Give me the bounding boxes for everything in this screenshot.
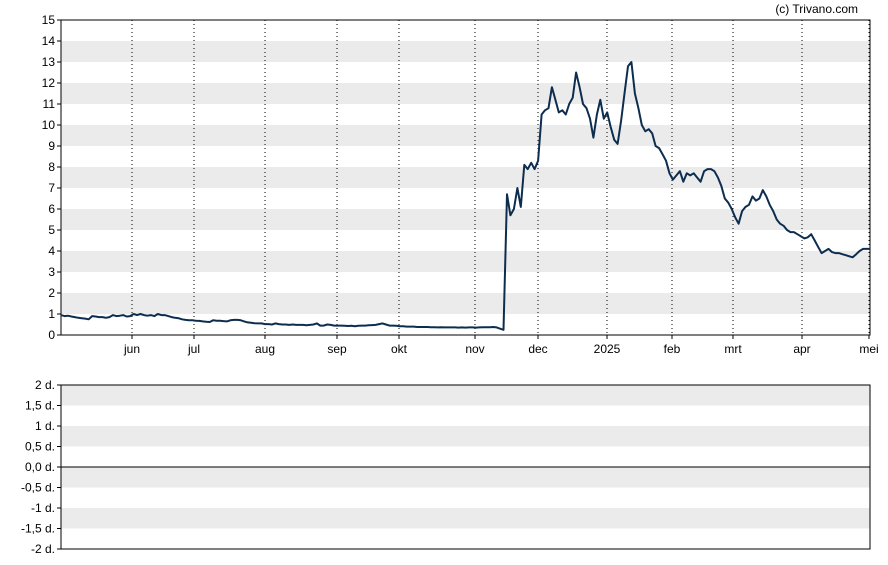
y-tick-label: 1 <box>48 307 55 321</box>
x-tick-label: 2025 <box>594 342 621 356</box>
y-tick-label: 1 d. <box>35 419 55 433</box>
y-tick-label: 0 <box>48 328 55 342</box>
x-tick-label: jun <box>123 342 140 356</box>
x-tick-label: nov <box>465 342 484 356</box>
y-tick-label: 8 <box>48 160 55 174</box>
x-tick-label: okt <box>391 342 408 356</box>
grid-band <box>61 508 870 529</box>
grid-band <box>61 41 870 62</box>
x-tick-label: aug <box>255 342 275 356</box>
y-tick-label: 7 <box>48 181 55 195</box>
x-tick-label: mei <box>859 342 878 356</box>
grid-band <box>61 167 870 188</box>
y-tick-label: 15 <box>42 13 56 27</box>
y-tick-label: 14 <box>42 34 56 48</box>
y-tick-label: 5 <box>48 223 55 237</box>
x-tick-label: jul <box>187 342 200 356</box>
grid-band <box>61 125 870 146</box>
x-tick-label: apr <box>793 342 810 356</box>
y-tick-label: -1,5 d. <box>21 522 55 536</box>
y-tick-label: 10 <box>42 118 56 132</box>
x-tick-label: sep <box>327 342 347 356</box>
y-tick-label: 9 <box>48 139 55 153</box>
y-tick-label: 6 <box>48 202 55 216</box>
grid-band <box>61 83 870 104</box>
y-tick-label: -1 d. <box>31 501 55 515</box>
grid-band <box>61 209 870 230</box>
y-tick-label: 0,0 d. <box>25 460 55 474</box>
y-tick-label: 2 <box>48 286 55 300</box>
grid-band <box>61 293 870 314</box>
y-tick-label: 1,5 d. <box>25 399 55 413</box>
y-tick-label: -0,5 d. <box>21 481 55 495</box>
y-tick-label: 13 <box>42 55 56 69</box>
x-tick-label: dec <box>528 342 547 356</box>
y-tick-label: 0,5 d. <box>25 440 55 454</box>
y-tick-label: 2 d. <box>35 378 55 392</box>
y-tick-label: 3 <box>48 265 55 279</box>
y-tick-label: -2 d. <box>31 542 55 556</box>
x-tick-label: feb <box>664 342 681 356</box>
y-tick-label: 12 <box>42 76 56 90</box>
grid-band <box>61 385 870 406</box>
y-tick-label: 11 <box>43 97 56 111</box>
x-tick-label: mrt <box>724 342 742 356</box>
grid-band <box>61 426 870 447</box>
grid-band <box>61 251 870 272</box>
grid-band <box>61 467 870 488</box>
price-chart: jun jul aug sep okt nov dec 2025 feb mrt apr mei012… <box>21 13 879 556</box>
chart-root: (c) Trivano.com jun jul aug sep okt nov dec 202… <box>0 0 888 565</box>
y-tick-label: 4 <box>48 244 55 258</box>
